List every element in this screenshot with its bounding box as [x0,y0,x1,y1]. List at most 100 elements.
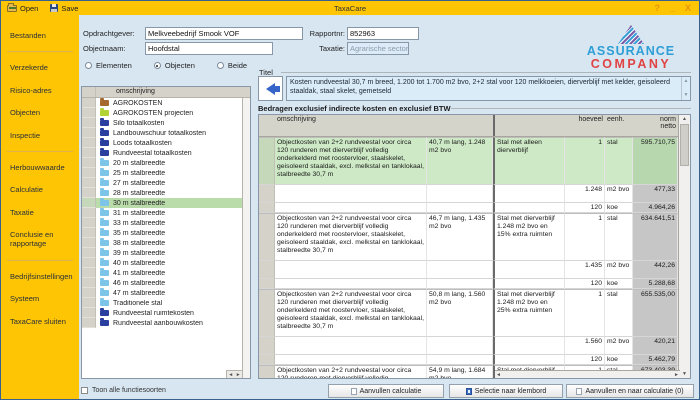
opdrachtgever-label: Opdrachtgever: [83,29,135,38]
table-row[interactable]: 1.248m2 bvo477,33 [259,185,678,203]
checkbox[interactable] [81,387,88,394]
tree-row-gutter [82,278,96,288]
table-row[interactable]: Objectkosten van 2+2 rundveestal voor ci… [259,289,678,337]
radio-beide[interactable]: Beide [217,61,247,70]
table-row[interactable]: Objectkosten van 2+2 rundveestal voor ci… [259,137,678,185]
tree-item-27-m-stalbreedte[interactable]: 27 m stalbreedte [82,178,242,188]
tree-item-31-m-stalbreedte[interactable]: 31 m stalbreedte [82,208,242,218]
tree-item-25-m-stalbreedte[interactable]: 25 m stalbreedte [82,168,242,178]
cell-stal [493,203,565,213]
tree-item-28-m-stalbreedte[interactable]: 28 m stalbreedte [82,188,242,198]
folder-icon [100,150,109,156]
tree-item-20-m-stalbreedte[interactable]: 20 m stalbreedte [82,158,242,168]
tree-item-38-m-stalbreedte[interactable]: 38 m stalbreedte [82,238,242,248]
tree-item-33-m-stalbreedte[interactable]: 33 m stalbreedte [82,218,242,228]
tree-item-agrokosten-projecten[interactable]: AGROKOSTEN projecten [82,108,242,118]
titel-text: Kosten rundveestal 30,7 m breed, 1.200 t… [290,79,670,95]
scrollbar-thumb[interactable] [680,124,689,166]
tree-item-35-m-stalbreedte[interactable]: 35 m stalbreedte [82,228,242,238]
tree-item-rundveestal-totaalkosten[interactable]: Rundveestal totaalkosten [82,148,242,158]
tree-horizontal-scrollbar[interactable]: ◄► [226,370,242,378]
tree-vertical-scrollbar[interactable] [242,98,250,378]
sidebar-item-conclusie-en-rapportage[interactable]: Conclusie en rapportage [1,228,79,251]
tree-item-41-m-stalbreedte[interactable]: 41 m stalbreedte [82,268,242,278]
tree-item-label: 39 m stalbreedte [113,250,165,257]
minimize-button[interactable]: _ [670,3,675,13]
table-row[interactable]: Objectkosten van 2+2 rundveestal voor ci… [259,213,678,261]
tree-item-silo-totaalkosten[interactable]: Silo totaalkosten [82,118,242,128]
tree-item-47-m-stalbreedte[interactable]: 47 m stalbreedte [82,288,242,298]
sidebar-item-risico-adres[interactable]: Risico-adres [1,84,79,97]
radio-elementen[interactable]: Elementen [85,61,132,70]
section-divider-line [451,108,691,109]
back-arrow-button[interactable] [258,76,283,101]
sidebar-item-calculatie[interactable]: Calculatie [1,183,79,196]
objectnaam-input[interactable]: Hoofdstal [145,42,273,55]
scroll-down-icon[interactable]: ▼ [679,371,690,377]
tree-item-label: Rundveestal ruimtekosten [113,310,194,317]
tree-item-rundveestal-aanbouwkosten[interactable]: Rundveestal aanbouwkosten [82,318,242,328]
tree-item-loods-totaalkosten[interactable]: Loods totaalkosten [82,138,242,148]
tree-row-gutter [82,308,96,318]
table-row[interactable]: 1.435m2 bvo442,26 [259,261,678,279]
tree-item-label: AGROKOSTEN [113,100,162,107]
table-row[interactable]: 120koe5.462,79 [259,355,678,365]
aanvullen-en-naar-calculatie-button[interactable]: Aanvullen en naar calculatie (0) [566,384,694,398]
scroll-up-icon[interactable]: ▲ [684,78,689,85]
tree-item-39-m-stalbreedte[interactable]: 39 m stalbreedte [82,248,242,258]
tree-item-label: 41 m stalbreedte [113,270,165,277]
cell-stal [493,279,565,289]
tree-item-traditionele-stal[interactable]: Traditionele stal [82,298,242,308]
sidebar-item-bestanden[interactable]: Bestanden [1,29,79,42]
titel-scrollbar[interactable]: ▲▼ [681,77,690,100]
sidebar-item-taxacare-sluiten[interactable]: TaxaCare sluiten [1,315,79,328]
table-row[interactable]: 120koe5.288,68 [259,279,678,289]
tree-item-46-m-stalbreedte[interactable]: 46 m stalbreedte [82,278,242,288]
tree-item-rundveestal-ruimtekosten[interactable]: Rundveestal ruimtekosten [82,308,242,318]
table-vertical-scrollbar[interactable]: ▲ ▼ [678,115,690,378]
sidebar-item-systeem[interactable]: Systeem [1,292,79,305]
sidebar-item-inspectie[interactable]: Inspectie [1,129,79,142]
sidebar-item-verzekerde[interactable]: Verzekerde [1,61,79,74]
button-label: Selectie naar klembord [475,388,547,395]
tree-item-40-m-stalbreedte[interactable]: 40 m stalbreedte [82,258,242,268]
show-all-function-types[interactable]: Toon alle functiesoorten [81,387,166,394]
tree-item-30-m-stalbreedte[interactable]: 30 m stalbreedte [82,198,242,208]
opdrachtgever-input[interactable]: Melkveebedrijf Smook VOF [145,27,303,40]
help-button[interactable]: ? [654,3,660,13]
arrow-left-icon [266,83,275,95]
selectie-naar-klembord-button[interactable]: Selectie naar klembord [449,384,563,398]
save-button[interactable]: Save [44,1,84,15]
folder-icon [100,290,109,296]
table-row[interactable]: 1.560m2 bvo420,21 [259,337,678,355]
tree-item-landbouwschuur-totaalkosten[interactable]: Landbouwschuur totaalkosten [82,128,242,138]
radio-objecten[interactable]: Objecten [154,61,195,70]
scroll-right-icon[interactable]: ► [674,372,679,378]
folder-icon [100,280,109,286]
cell-hoeveel: 120 [565,355,605,365]
scroll-up-icon[interactable]: ▲ [679,116,690,122]
scroll-left-icon[interactable]: ◄ [496,372,501,378]
scroll-left-icon[interactable]: ◄ [228,372,233,378]
open-button[interactable]: Open [1,1,44,15]
aanvullen-calculatie-button[interactable]: Aanvullen calculatie [328,384,444,398]
sidebar-item-bedrijfsinstellingen[interactable]: Bedrijfsinstellingen [1,270,79,283]
tree-item-agrokosten[interactable]: AGROKOSTEN [82,98,242,108]
table-horizontal-scrollbar[interactable]: ◄► [495,370,680,378]
sidebar-item-herbouwwaarde[interactable]: Herbouwwaarde [1,161,79,174]
close-button[interactable]: X [685,3,691,13]
table-row[interactable]: 120koe4.964,26 [259,203,678,213]
radio-label: Elementen [96,61,132,70]
scroll-down-icon[interactable]: ▼ [684,92,689,99]
sidebar-item-taxatie[interactable]: Taxatie [1,206,79,219]
scroll-right-icon[interactable]: ► [236,372,241,378]
titel-textbox[interactable]: Kosten rundveestal 30,7 m breed, 1.200 t… [286,76,691,101]
radio-label: Objecten [165,61,195,70]
table-body: Objectkosten van 2+2 rundveestal voor ci… [259,137,678,378]
cell-omschrijving: Objectkosten van 2+2 rundveestal voor ci… [275,213,427,261]
cell-eenh: stal [605,289,633,337]
tree-item-label: 46 m stalbreedte [113,280,165,287]
rapportnr-input[interactable]: 852963 [347,27,419,40]
clipboard-icon [466,388,472,395]
sidebar-item-objecten[interactable]: Objecten [1,106,79,119]
